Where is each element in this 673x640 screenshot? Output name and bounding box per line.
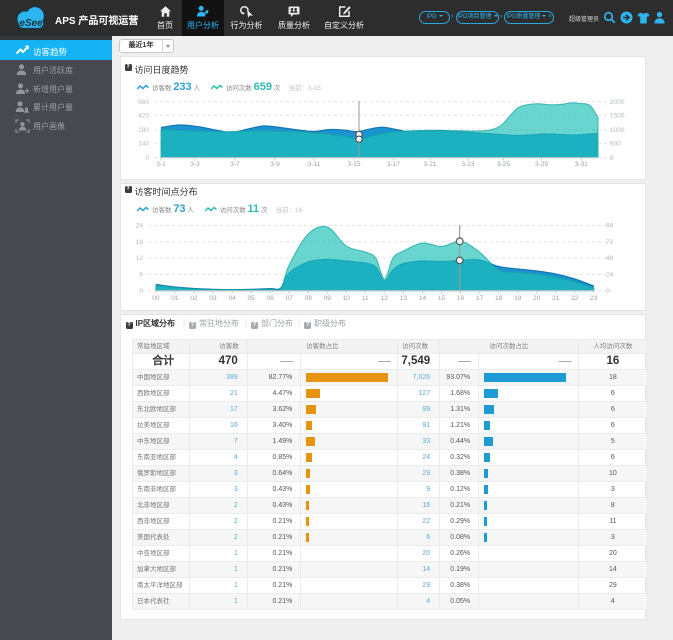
svg-text:02: 02 <box>190 295 198 302</box>
svg-text:01: 01 <box>171 295 179 302</box>
svg-text:3-25: 3-25 <box>497 161 510 168</box>
svg-text:12: 12 <box>381 295 389 302</box>
svg-text:22: 22 <box>571 295 579 302</box>
svg-text:06: 06 <box>266 295 274 302</box>
svg-text:14: 14 <box>419 295 427 302</box>
svg-text:3-31: 3-31 <box>575 161 588 168</box>
svg-text:09: 09 <box>324 295 332 302</box>
svg-text:0: 0 <box>145 155 149 162</box>
svg-text:21: 21 <box>552 295 560 302</box>
svg-text:19: 19 <box>514 295 522 302</box>
svg-text:420: 420 <box>138 112 149 119</box>
svg-text:18: 18 <box>495 295 503 302</box>
svg-text:3-7: 3-7 <box>230 161 240 168</box>
svg-text:12: 12 <box>136 255 144 262</box>
svg-text:24: 24 <box>606 272 614 279</box>
svg-text:04: 04 <box>228 295 236 302</box>
svg-text:140: 140 <box>138 141 149 148</box>
svg-text:07: 07 <box>286 295 294 302</box>
svg-text:3-29: 3-29 <box>535 161 548 168</box>
svg-text:500: 500 <box>610 141 621 148</box>
svg-text:2000: 2000 <box>610 99 625 106</box>
svg-text:20: 20 <box>533 295 541 302</box>
svg-text:280: 280 <box>138 127 149 134</box>
svg-text:eSee: eSee <box>19 18 43 29</box>
svg-text:0: 0 <box>610 155 614 162</box>
svg-text:3-3: 3-3 <box>190 161 200 168</box>
svg-text:3-21: 3-21 <box>423 161 436 168</box>
svg-text:23: 23 <box>590 295 598 302</box>
svg-text:15: 15 <box>438 295 446 302</box>
svg-text:00: 00 <box>152 295 160 302</box>
svg-text:3-9: 3-9 <box>270 161 280 168</box>
svg-text:0: 0 <box>606 288 610 295</box>
svg-text:6: 6 <box>139 272 143 279</box>
svg-text:1500: 1500 <box>610 112 625 119</box>
svg-text:16: 16 <box>457 295 465 302</box>
svg-text:08: 08 <box>305 295 313 302</box>
svg-text:560: 560 <box>138 99 149 106</box>
svg-text:48: 48 <box>606 255 614 262</box>
svg-text:1000: 1000 <box>610 127 625 134</box>
svg-text:10: 10 <box>343 295 351 302</box>
svg-text:03: 03 <box>209 295 217 302</box>
svg-text:11: 11 <box>362 295 369 302</box>
svg-text:13: 13 <box>400 295 408 302</box>
svg-text:96: 96 <box>606 223 614 230</box>
svg-text:3-23: 3-23 <box>461 161 474 168</box>
svg-text:0: 0 <box>139 288 143 295</box>
svg-text:3-15: 3-15 <box>347 161 360 168</box>
svg-text:17: 17 <box>476 295 484 302</box>
svg-text:18: 18 <box>136 239 144 246</box>
svg-text:3-17: 3-17 <box>387 161 400 168</box>
svg-text:24: 24 <box>136 223 144 230</box>
svg-text:05: 05 <box>247 295 255 302</box>
svg-text:3-11: 3-11 <box>308 161 321 168</box>
svg-text:72: 72 <box>606 239 614 246</box>
svg-text:3-1: 3-1 <box>156 161 166 168</box>
